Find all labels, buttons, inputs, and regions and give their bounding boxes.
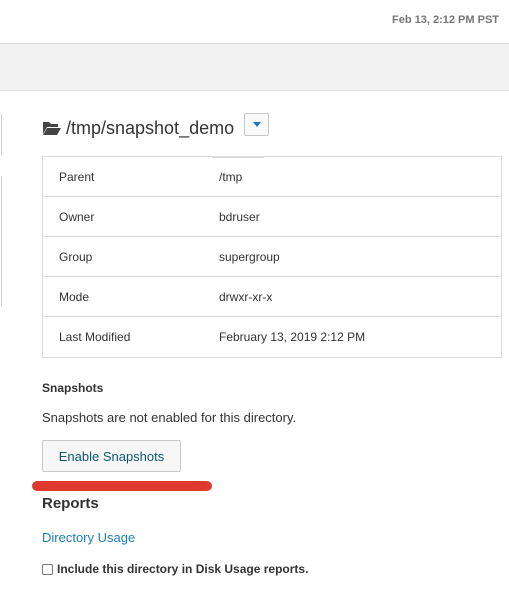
directory-properties-table: Parent /tmp Owner bdruser Group supergro… — [42, 156, 502, 358]
enable-snapshots-button[interactable]: Enable Snapshots — [42, 440, 181, 472]
property-value: bdruser — [219, 209, 260, 224]
folder-open-icon — [42, 120, 62, 136]
annotation-underline — [32, 481, 212, 491]
property-value: /tmp — [219, 169, 243, 184]
table-row: Group supergroup — [43, 237, 501, 277]
snapshots-status-text: Snapshots are not enabled for this direc… — [42, 410, 297, 425]
table-row: Parent /tmp — [43, 157, 501, 197]
sub-toolbar — [0, 44, 509, 91]
property-key: Group — [59, 249, 93, 264]
directory-header: /tmp/snapshot_demo — [42, 113, 234, 143]
include-disk-usage-checkbox[interactable] — [42, 563, 53, 575]
snapshots-heading: Snapshots — [42, 381, 104, 395]
property-value: drwxr-xr-x — [219, 289, 273, 304]
directory-path-title: /tmp/snapshot_demo — [66, 117, 235, 138]
include-disk-usage-label: Include this directory in Disk Usage rep… — [57, 562, 309, 576]
property-value: February 13, 2019 2:12 PM — [219, 330, 366, 344]
property-value: supergroup — [219, 249, 280, 264]
top-bar: Feb 13, 2:12 PM PST — [0, 0, 509, 44]
include-disk-usage-option[interactable]: Include this directory in Disk Usage rep… — [42, 562, 308, 576]
left-panel-edge — [0, 114, 2, 155]
directory-usage-link[interactable]: Directory Usage — [42, 530, 135, 545]
reports-heading: Reports — [42, 495, 99, 512]
table-row: Mode drwxr-xr-x — [43, 277, 501, 317]
property-key: Parent — [59, 169, 95, 184]
table-row: Last Modified February 13, 2019 2:12 PM — [43, 317, 501, 357]
left-panel-edge — [0, 176, 2, 306]
table-row: Owner bdruser — [43, 197, 501, 237]
property-key: Owner — [59, 209, 95, 224]
directory-actions-dropdown[interactable] — [244, 113, 269, 136]
property-key: Last Modified — [59, 330, 131, 344]
timestamp: Feb 13, 2:12 PM PST — [392, 14, 499, 26]
property-key: Mode — [59, 289, 90, 304]
caret-down-icon — [252, 122, 261, 127]
